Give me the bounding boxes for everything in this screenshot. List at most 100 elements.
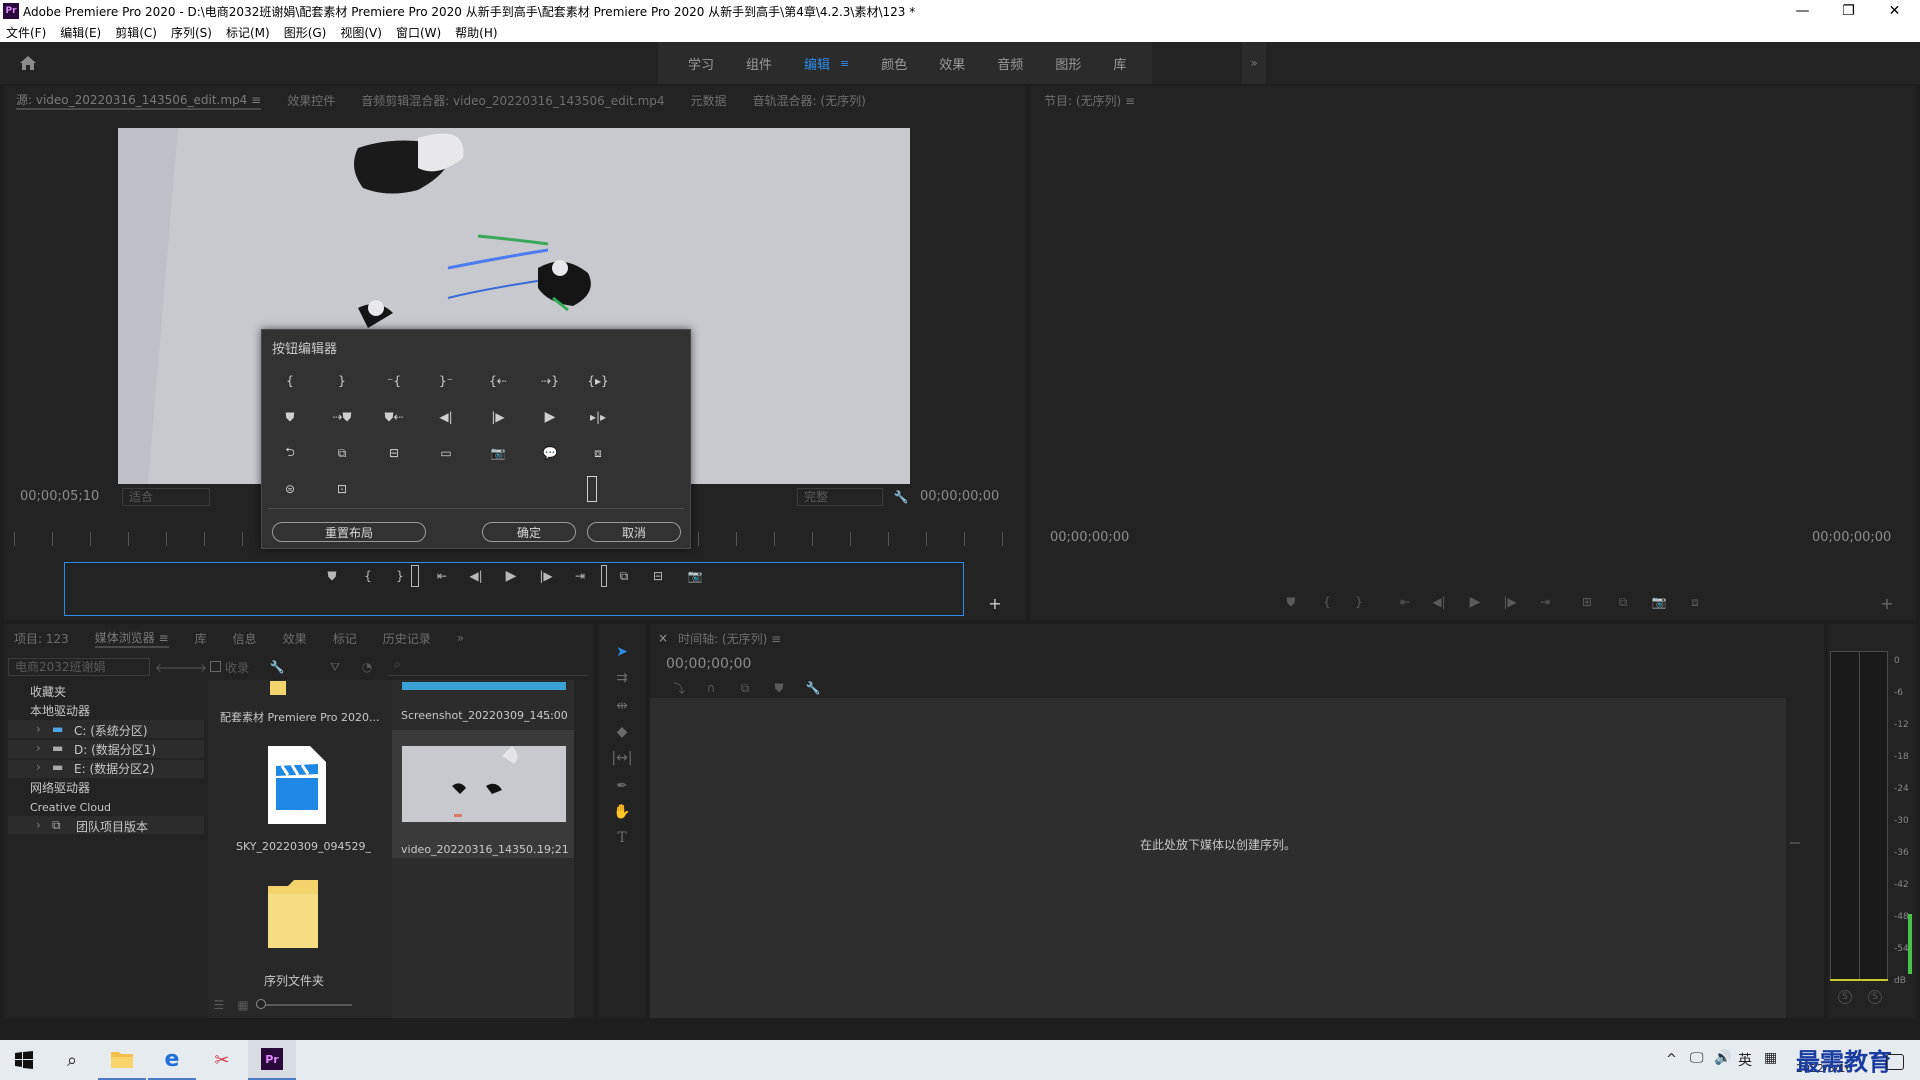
source-quality-dropdown[interactable]: 完整 [797,488,883,506]
spacer-icon[interactable] [587,476,597,502]
go-to-out-icon[interactable]: ⇢} [536,370,564,392]
forward-arrow-icon[interactable]: 🡒 [175,658,207,676]
chevron-right-icon[interactable]: › [36,760,41,774]
clear-out-icon[interactable]: }⁻ [432,370,460,392]
search-icon[interactable]: ⌕ [48,1040,96,1080]
menu-window[interactable]: 窗口(W) [396,24,441,41]
play-icon[interactable]: ▶ [536,406,564,428]
media-item-name[interactable]: Screenshot_20220309_14... [401,709,554,722]
selection-tool-icon[interactable]: ➤ [611,644,633,660]
tree-network-drives[interactable]: 网络驱动器 [30,779,90,796]
mark-in-icon[interactable]: { [276,370,304,392]
video-thumbnail[interactable] [402,746,566,822]
zoom-slider-handle[interactable] [256,999,266,1009]
export-frame-icon[interactable]: 📷 [684,567,706,585]
workspace-color[interactable]: 颜色 [881,54,907,73]
source-timecode-current[interactable]: 00;00;05;10 [20,489,99,504]
workspace-libraries[interactable]: 库 [1113,54,1126,73]
closed-captions-icon[interactable]: 💬 [536,442,564,464]
step-back-icon[interactable]: ◀| [465,567,487,585]
drag-slot-right[interactable] [601,565,607,587]
workspace-learn[interactable]: 学习 [688,54,714,73]
notification-icon[interactable] [1886,1054,1904,1070]
ripple-edit-tool-icon[interactable]: ⇹ [611,698,633,714]
program-export-frame-icon[interactable]: 📷 [1648,593,1670,611]
step-back-icon[interactable]: ◀| [432,406,460,428]
workspace-overflow-icon[interactable]: » [1242,42,1266,84]
tree-drive-e[interactable]: E: (数据分区2) [74,760,154,777]
restore-button[interactable]: ❐ [1826,0,1871,22]
menu-help[interactable]: 帮助(H) [455,24,497,41]
linked-selection-icon[interactable]: ⧉ [734,679,756,697]
file-explorer-icon[interactable] [98,1040,146,1080]
tab-history[interactable]: 历史记录 [383,630,431,647]
solo-button-left[interactable]: S [1838,990,1852,1004]
program-lift-icon[interactable]: ⊞ [1576,593,1598,611]
location-dropdown[interactable]: 电商2032班谢娟 [8,658,150,676]
program-add-marker-icon[interactable]: ⛊ [1280,593,1302,611]
tab-effect-controls[interactable]: 效果控件 [287,92,335,109]
safe-margins-icon[interactable]: ▭ [432,442,460,464]
track-select-tool-icon[interactable]: ⇉ [611,670,633,686]
list-view-icon[interactable]: ☰ [208,996,230,1014]
step-forward-icon[interactable]: |▶ [535,567,557,585]
program-mark-out-icon[interactable]: } [1348,593,1370,611]
solo-button-right[interactable]: S [1868,990,1882,1004]
menu-graphics[interactable]: 图形(G) [284,24,327,41]
network-icon[interactable]: 🖵 [1690,1050,1704,1066]
timeline-drop-area[interactable] [650,698,1786,1018]
view-as-icon[interactable]: ◔ [356,658,378,676]
workspace-menu-icon[interactable]: ≡ [840,57,849,70]
clapperboard-icon[interactable] [266,744,328,826]
tree-local-drives[interactable]: 本地驱动器 [30,702,90,719]
loop-icon[interactable]: ⮌ [276,442,304,464]
play-around-icon[interactable]: ▸|▸ [584,406,612,428]
tab-markers[interactable]: 标记 [333,630,357,647]
tab-libraries[interactable]: 库 [195,630,207,647]
tab-project[interactable]: 项目: 123 [14,630,69,647]
vr-video-icon[interactable]: ⊜ [276,478,304,500]
program-extract-icon[interactable]: ⧉ [1612,593,1634,611]
timeline-scroll-indicator[interactable] [1790,842,1800,844]
source-button-bar[interactable]: ⛊ { } ⇤ ◀| ▶ |▶ ⇥ ⧉ ⊟ 📷 [64,562,964,616]
tree-team-projects[interactable]: 团队项目版本 [76,818,148,835]
tree-drive-d[interactable]: D: (数据分区1) [74,741,156,758]
screenshot-thumbnail[interactable] [402,682,566,690]
overwrite-icon[interactable]: ⊟ [380,442,408,464]
close-tab-icon[interactable]: × [658,631,668,645]
media-item-name[interactable]: video_20220316_14350... [401,843,544,856]
tab-media-browser[interactable]: 媒体浏览器 ≡ [94,629,169,648]
clear-in-icon[interactable]: ⁻{ [380,370,408,392]
zoom-slider[interactable] [256,1004,352,1006]
mark-out-icon[interactable]: } [389,567,411,585]
drag-slot-left[interactable] [411,565,419,587]
home-icon[interactable] [16,52,40,74]
go-to-in-icon[interactable]: {⇠ [484,370,512,392]
media-item-name[interactable]: 序列文件夹 [264,972,324,989]
tab-audio-track-mixer[interactable]: 音轨混合器: (无序列) [753,92,866,109]
tree-creative-cloud[interactable]: Creative Cloud [30,801,111,814]
tab-timeline[interactable]: 时间轴: (无序列) ≡ [678,630,781,647]
insert-icon[interactable]: ⧉ [328,442,356,464]
multi-camera-icon[interactable]: ⧈ [584,442,612,464]
menu-clip[interactable]: 剪辑(C) [115,24,157,41]
go-to-previous-marker-icon[interactable]: ⛊⇠ [380,406,408,428]
wrench-icon[interactable]: 🔧 [266,658,288,676]
reset-layout-button[interactable]: 重置布局 [272,522,426,542]
export-frame-icon[interactable]: 📷 [484,442,512,464]
go-to-next-marker-icon[interactable]: ⇢⛊ [328,406,356,428]
menu-edit[interactable]: 编辑(E) [60,24,101,41]
chevron-right-icon[interactable]: › [36,722,41,736]
snap-icon[interactable]: ∩ [700,679,722,697]
tree-drive-c[interactable]: C: (系统分区) [74,722,148,739]
wrench-icon[interactable]: 🔧 [890,488,912,506]
play-icon[interactable]: ▶ [500,567,522,585]
workspace-effects[interactable]: 效果 [939,54,965,73]
menu-markers[interactable]: 标记(M) [226,24,270,41]
tray-overflow-icon[interactable]: ^ [1666,1052,1677,1067]
chevron-right-icon[interactable]: › [36,818,41,832]
program-compare-icon[interactable]: ⧈ [1684,593,1706,611]
nest-sequence-icon[interactable]: ⤵ [668,679,690,697]
mark-in-icon[interactable]: { [357,567,379,585]
tab-audio-clip-mixer[interactable]: 音频剪辑混合器: video_20220316_143506_edit.mp4 [361,92,664,109]
